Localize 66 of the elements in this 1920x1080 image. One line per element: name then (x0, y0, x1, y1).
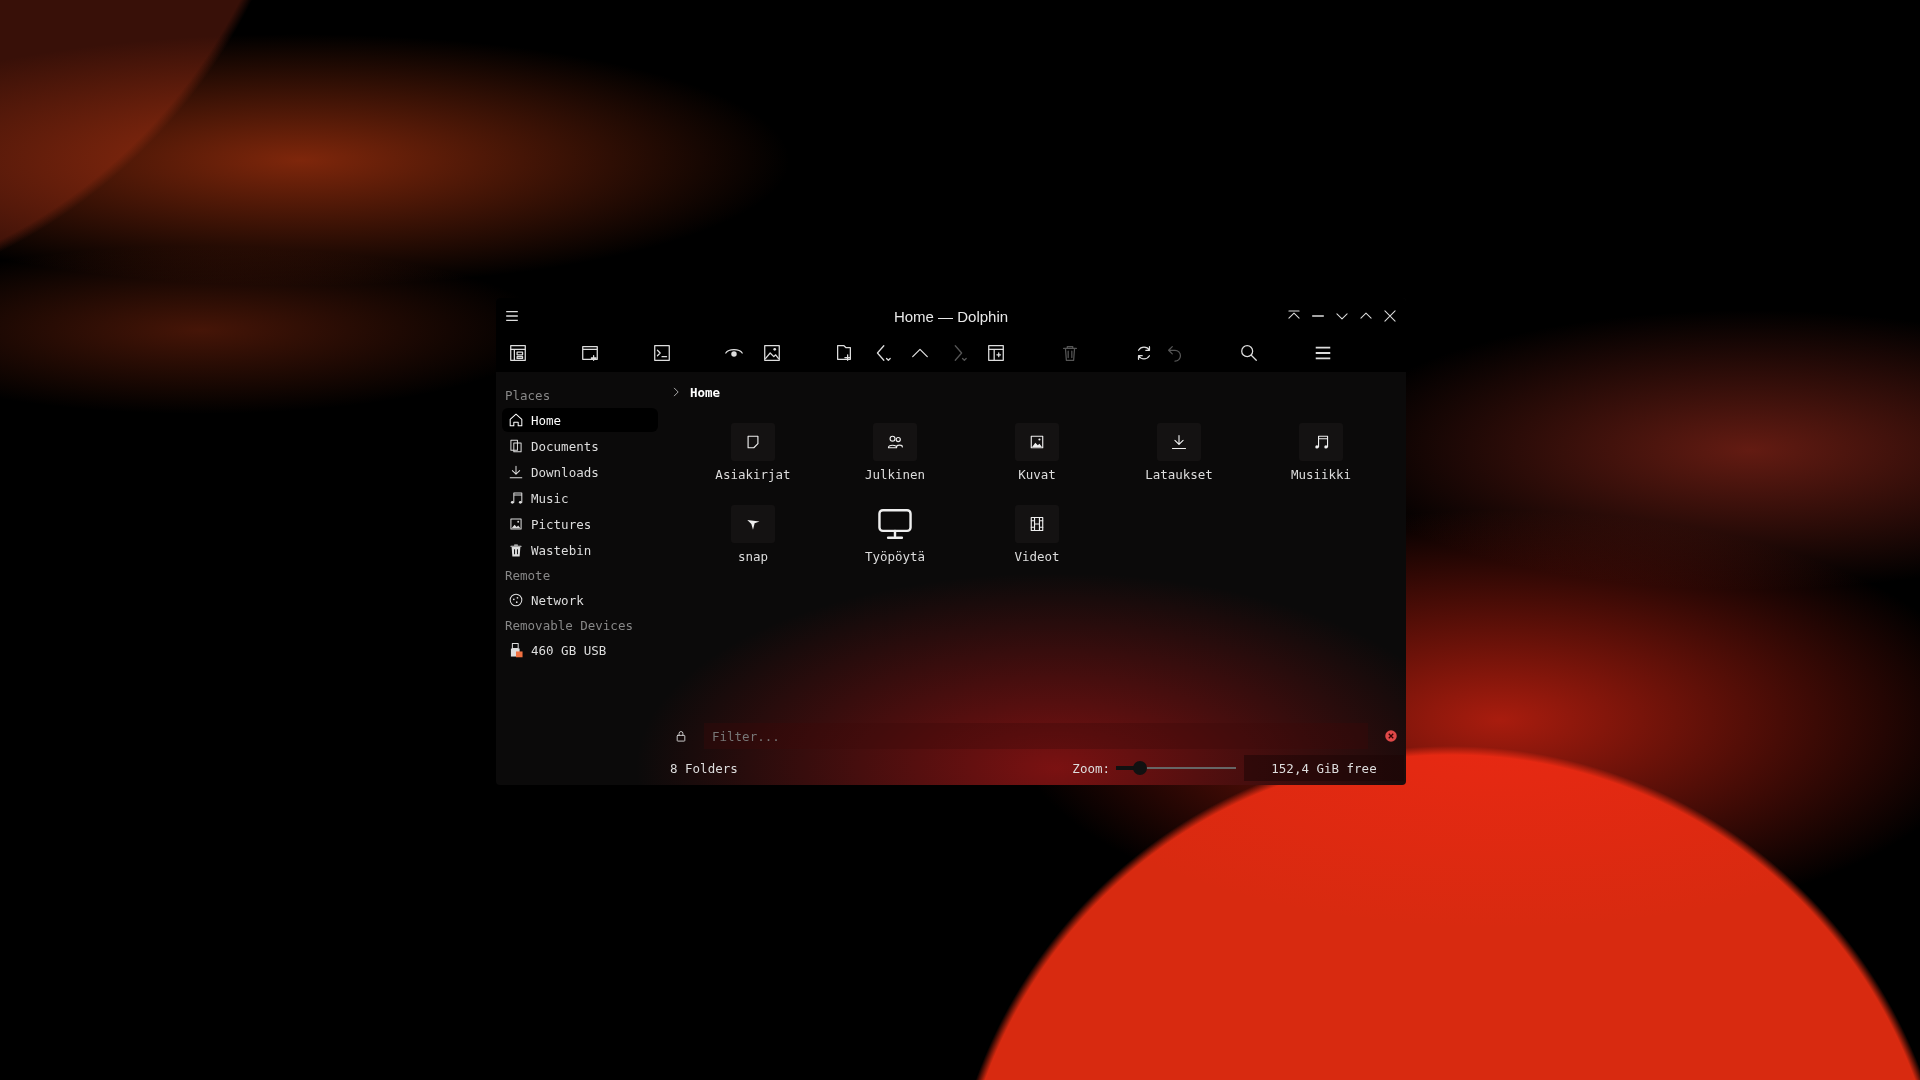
network-icon (508, 592, 524, 608)
folder-item[interactable]: snap (682, 505, 824, 587)
folder-item[interactable]: Musiikki (1250, 423, 1392, 505)
breadcrumb-location[interactable]: Home (690, 384, 721, 400)
documents-icon (508, 438, 524, 454)
folder-name: Asiakirjat (715, 467, 791, 482)
sidebar-label: Pictures (531, 516, 592, 532)
sidebar-label: Home (531, 412, 562, 428)
window-title: Home — Dolphin (893, 307, 1009, 325)
free-space-label: 152,4 GiB free (1271, 760, 1377, 776)
section-heading: Removable Devices (505, 618, 634, 633)
folder-name: Musiikki (1290, 467, 1352, 482)
house-icon (508, 412, 524, 428)
sidebar-item[interactable]: Pictures (502, 512, 658, 536)
trash-icon (1060, 343, 1080, 363)
folder-name: Työpöytä (864, 549, 926, 564)
sidebar-item[interactable]: Network (502, 588, 658, 612)
split-view-icon (986, 343, 1006, 363)
sidebar-item[interactable]: Downloads (502, 460, 658, 484)
music-note-icon (1312, 433, 1330, 451)
folder-item[interactable]: Lataukset (1108, 423, 1250, 505)
document-icon (744, 433, 762, 451)
folder-name: Kuvat (1018, 467, 1056, 482)
zoom-label: Zoom: (1072, 760, 1110, 776)
folder-name: Lataukset (1145, 467, 1213, 482)
download-icon (508, 464, 524, 480)
sidebar-item[interactable]: Music (502, 486, 658, 510)
picture-icon (508, 516, 524, 532)
music-note-icon (508, 490, 524, 506)
folder-item[interactable]: Asiakirjat (682, 423, 824, 505)
menu-icon[interactable] (504, 308, 520, 324)
sidebar-label: Wastebin (531, 542, 592, 558)
places-panel-icon (508, 343, 528, 363)
sidebar-item[interactable]: Documents (502, 434, 658, 458)
sidebar-label: Downloads (531, 464, 599, 480)
download-icon (1170, 433, 1188, 451)
sidebar-item[interactable]: Home (502, 408, 658, 432)
folder-name: Julkinen (864, 467, 926, 482)
clear-icon[interactable] (1384, 729, 1398, 743)
folder-item[interactable]: Työpöytä (824, 505, 966, 587)
section-heading: Remote (505, 568, 552, 583)
terminal-icon (652, 343, 672, 363)
folder-name: snap (737, 549, 769, 564)
search-icon (1239, 343, 1259, 363)
folder-item[interactable]: Julkinen (824, 423, 966, 505)
picture-icon (1028, 433, 1046, 451)
image-icon (762, 343, 782, 363)
sidebar-label: 460 GB USB (531, 642, 607, 658)
film-icon (1028, 515, 1046, 533)
sidebar-label: Network (531, 592, 584, 608)
folder-name: Videot (1014, 549, 1060, 564)
sidebar-label: Documents (531, 438, 599, 454)
folder-item[interactable]: Videot (966, 505, 1108, 587)
people-icon (886, 433, 904, 451)
sidebar-item[interactable]: Wastebin (502, 538, 658, 562)
section-heading: Places (505, 388, 552, 403)
folder-count: 8 Folders (670, 760, 738, 776)
sidebar-label: Music (531, 490, 569, 506)
new-folder-icon (834, 343, 854, 363)
lock-icon (674, 729, 688, 743)
wastebin-icon (508, 542, 524, 558)
sidebar-item[interactable]: 460 GB USB (502, 638, 658, 662)
new-window-icon (580, 343, 600, 363)
folder-item[interactable]: Kuvat (966, 423, 1108, 505)
close-icon[interactable] (1382, 308, 1398, 324)
usb-drive-icon (508, 642, 524, 658)
